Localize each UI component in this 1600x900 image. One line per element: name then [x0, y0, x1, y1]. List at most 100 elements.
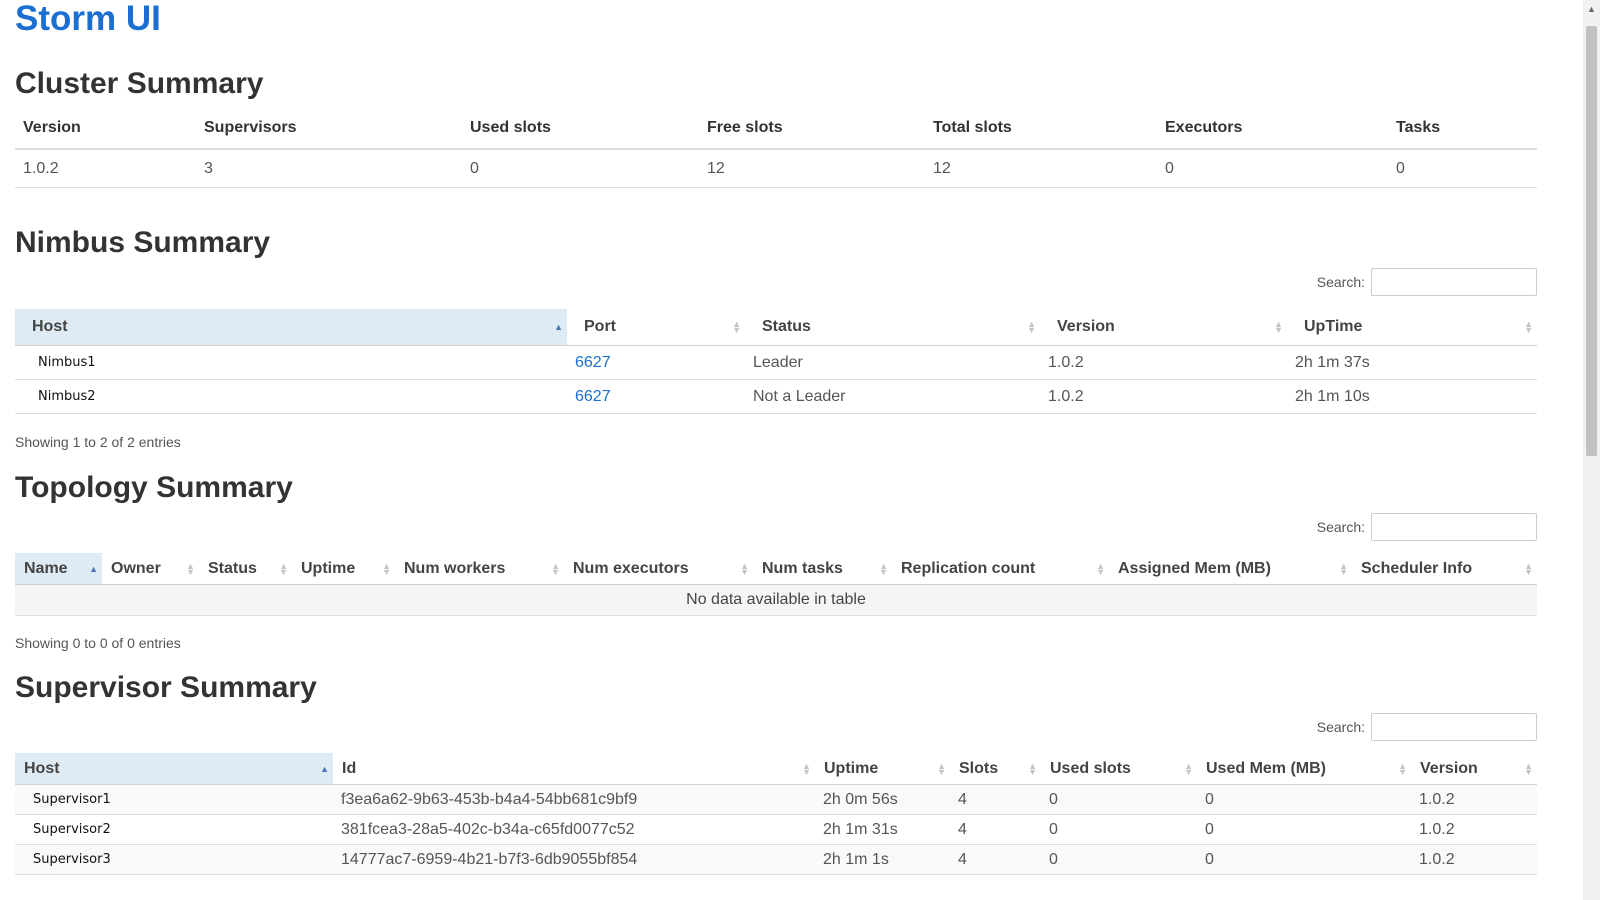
col-used-slots: Used slots [462, 108, 699, 150]
col-num-executors-sortable[interactable]: Num executors ▲ ▼ [564, 553, 753, 585]
col-version-sortable[interactable]: Version ▲ ▼ [1040, 309, 1287, 346]
sort-both-icon: ▲ ▼ [1524, 319, 1533, 335]
port-link[interactable]: 6627 [575, 354, 611, 371]
cell-status: Leader [745, 345, 1040, 380]
sort-ascending-icon: ▲ [320, 763, 329, 774]
col-owner-sortable[interactable]: Owner ▲ ▼ [102, 553, 199, 585]
col-uptime-sortable[interactable]: Uptime ▲ ▼ [292, 553, 395, 585]
cell-used-slots: 0 [1041, 814, 1197, 845]
sort-both-icon: ▲ ▼ [1524, 760, 1533, 777]
col-version-label: Version [1420, 759, 1478, 777]
cell-version: 1.0.2 [1411, 784, 1537, 815]
cell-status: Not a Leader [745, 379, 1040, 414]
cell-id: 14777ac7-6959-4b21-b7f3-6db9055bf854 [333, 844, 815, 875]
col-executors: Executors [1157, 108, 1388, 150]
col-id-label: Id [342, 759, 357, 777]
col-replication-count-sortable[interactable]: Replication count ▲ ▼ [892, 553, 1109, 585]
cell-executors: 0 [1157, 149, 1388, 188]
col-host-label: Host [32, 318, 68, 335]
cell-host: Supervisor2 [15, 814, 333, 845]
nimbus-summary-table: Host ▲ Port ▲ ▼ Status ▲ ▼ Version ▲ ▼ UpTime ▲ ▼… [15, 309, 1537, 414]
supervisor-search-input[interactable] [1371, 713, 1537, 741]
cell-slots: 4 [950, 844, 1041, 875]
col-assigned-mem-label: Assigned Mem (MB) [1118, 559, 1271, 577]
nimbus-search: Search: [1317, 268, 1537, 296]
sort-both-icon: ▲ ▼ [937, 760, 946, 777]
col-scheduler-info-label: Scheduler Info [1361, 559, 1473, 577]
table-row: 1.0.2 3 0 12 12 0 0 [15, 149, 1537, 188]
col-num-tasks-sortable[interactable]: Num tasks ▲ ▼ [753, 553, 892, 585]
search-label: Search: [1316, 519, 1365, 535]
table-row: Supervisor2 381fcea3-28a5-402c-b34a-c65f… [15, 814, 1537, 845]
col-assigned-mem-sortable[interactable]: Assigned Mem (MB) ▲ ▼ [1109, 553, 1352, 585]
col-status-sortable[interactable]: Status ▲ ▼ [745, 309, 1040, 346]
topology-search: Search: [1317, 513, 1537, 541]
col-version-label: Version [1057, 318, 1115, 335]
nimbus-table-info: Showing 1 to 2 of 2 entries [15, 434, 181, 450]
col-uptime-sortable[interactable]: Uptime ▲ ▼ [815, 753, 950, 785]
vertical-scrollbar[interactable]: ▲ [1583, 0, 1600, 900]
table-row: No data available in table [15, 584, 1537, 616]
col-replication-count-label: Replication count [901, 559, 1036, 577]
cell-version: 1.0.2 [15, 149, 196, 188]
col-used-mem-sortable[interactable]: Used Mem (MB) ▲ ▼ [1197, 753, 1411, 785]
sort-both-icon: ▲ ▼ [186, 560, 195, 577]
cell-tasks: 0 [1388, 149, 1537, 188]
topology-summary-title: Topology Summary [15, 471, 293, 504]
supervisor-header-row: Host ▲ Id ▲ ▼ Uptime ▲ ▼ Slots ▲ ▼ Used slots ▲ ▼… [15, 753, 1537, 785]
cell-total-slots: 12 [925, 149, 1157, 188]
cell-host: Supervisor3 [15, 844, 333, 875]
col-used-slots-sortable[interactable]: Used slots ▲ ▼ [1041, 753, 1197, 785]
col-id-sortable[interactable]: Id ▲ ▼ [333, 753, 815, 785]
cell-port: 6627 [567, 379, 745, 414]
sort-both-icon: ▲ ▼ [382, 560, 391, 577]
col-status-label: Status [208, 559, 257, 577]
cell-uptime: 2h 0m 56s [815, 784, 950, 815]
sort-both-icon: ▲ ▼ [279, 560, 288, 577]
col-status-sortable[interactable]: Status ▲ ▼ [199, 553, 292, 585]
col-used-mem-label: Used Mem (MB) [1206, 759, 1327, 777]
cell-id: 381fcea3-28a5-402c-b34a-c65fd0077c52 [333, 814, 815, 845]
nimbus-search-input[interactable] [1371, 268, 1537, 296]
cell-host: Supervisor1 [15, 784, 333, 815]
cell-used-mem: 0 [1197, 814, 1411, 845]
cell-version: 1.0.2 [1040, 345, 1287, 380]
col-slots-label: Slots [959, 759, 999, 777]
cell-host: Nimbus1 [15, 345, 567, 380]
scrollbar-thumb[interactable] [1586, 26, 1597, 456]
cell-version: 1.0.2 [1411, 814, 1537, 845]
sort-both-icon: ▲ ▼ [732, 319, 741, 335]
col-num-workers-sortable[interactable]: Num workers ▲ ▼ [395, 553, 564, 585]
col-scheduler-info-sortable[interactable]: Scheduler Info ▲ ▼ [1352, 553, 1537, 585]
col-host-sortable[interactable]: Host ▲ [15, 753, 333, 785]
cell-id: f3ea6a62-9b63-453b-b4a4-54bb681c9bf9 [333, 784, 815, 815]
nimbus-header-row: Host ▲ Port ▲ ▼ Status ▲ ▼ Version ▲ ▼ UpTime ▲ ▼ [15, 309, 1537, 346]
col-version-sortable[interactable]: Version ▲ ▼ [1411, 753, 1537, 785]
cell-slots: 4 [950, 784, 1041, 815]
page: Storm UI Cluster Summary Version Supervi… [15, 0, 1537, 875]
sort-both-icon: ▲ ▼ [879, 560, 888, 577]
port-link[interactable]: 6627 [575, 388, 611, 405]
col-slots-sortable[interactable]: Slots ▲ ▼ [950, 753, 1041, 785]
cell-used-mem: 0 [1197, 784, 1411, 815]
col-uptime-sortable[interactable]: UpTime ▲ ▼ [1287, 309, 1537, 346]
cell-used-slots: 0 [1041, 844, 1197, 875]
col-name-label: Name [24, 559, 68, 577]
col-name-sortable[interactable]: Name ▲ [15, 553, 102, 585]
col-num-workers-label: Num workers [404, 559, 506, 577]
col-port-sortable[interactable]: Port ▲ ▼ [567, 309, 745, 346]
col-total-slots: Total slots [925, 108, 1157, 150]
sort-both-icon: ▲ ▼ [1524, 560, 1533, 577]
col-host-sortable[interactable]: Host ▲ [15, 309, 567, 346]
cell-host: Nimbus2 [15, 379, 567, 414]
scroll-up-arrow-icon[interactable]: ▲ [1583, 2, 1600, 16]
cell-free-slots: 12 [699, 149, 925, 188]
table-row: Nimbus1 6627 Leader 1.0.2 2h 1m 37s [15, 345, 1537, 380]
cell-slots: 4 [950, 814, 1041, 845]
cell-uptime: 2h 1m 31s [815, 814, 950, 845]
col-uptime-label: Uptime [301, 559, 356, 577]
sort-both-icon: ▲ ▼ [1096, 560, 1105, 577]
topology-search-input[interactable] [1371, 513, 1537, 541]
cluster-header-row: Version Supervisors Used slots Free slot… [15, 108, 1537, 150]
cell-uptime: 2h 1m 37s [1287, 345, 1537, 380]
